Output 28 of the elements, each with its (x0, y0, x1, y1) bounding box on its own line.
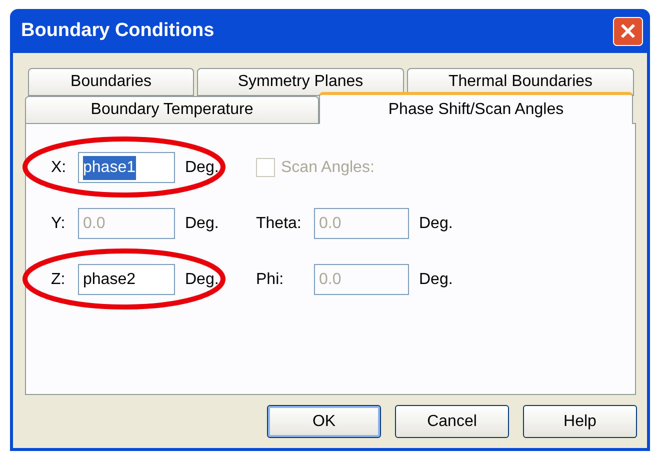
close-button[interactable] (613, 16, 643, 46)
field-label: Phi: (256, 270, 285, 290)
field-label: Y: (51, 214, 66, 234)
field-value: 0.0 (319, 214, 342, 234)
tab[interactable]: Phase Shift/Scan Angles (319, 92, 633, 124)
field-value: phase1 (83, 156, 136, 180)
unit-label: Deg. (185, 158, 219, 178)
unit-label: Deg. (419, 270, 453, 290)
tab[interactable]: Boundary Temperature (25, 96, 319, 124)
field-value: 0.0 (319, 270, 342, 290)
unit-label: Deg. (185, 270, 219, 290)
text-field[interactable]: phase1 (78, 152, 175, 183)
field-value: 0.0 (83, 214, 106, 234)
close-icon (620, 23, 636, 39)
unit-label: Deg. (185, 214, 219, 234)
unit-label: Deg. (419, 214, 453, 234)
window-title: Boundary Conditions (21, 18, 214, 43)
dialog-button[interactable]: Help (523, 405, 637, 438)
field-value: phase2 (83, 270, 136, 290)
dialog-button[interactable]: Cancel (395, 405, 509, 438)
dialog-button[interactable]: OK (267, 405, 381, 438)
field-label: X: (51, 158, 68, 178)
tab[interactable]: Boundaries (28, 68, 194, 96)
field-label: Z: (51, 270, 66, 290)
checkbox-label: Scan Angles: (281, 158, 374, 178)
text-field[interactable]: phase2 (78, 264, 175, 295)
field-label: Theta: (256, 214, 302, 234)
tab[interactable]: Symmetry Planes (197, 68, 404, 96)
